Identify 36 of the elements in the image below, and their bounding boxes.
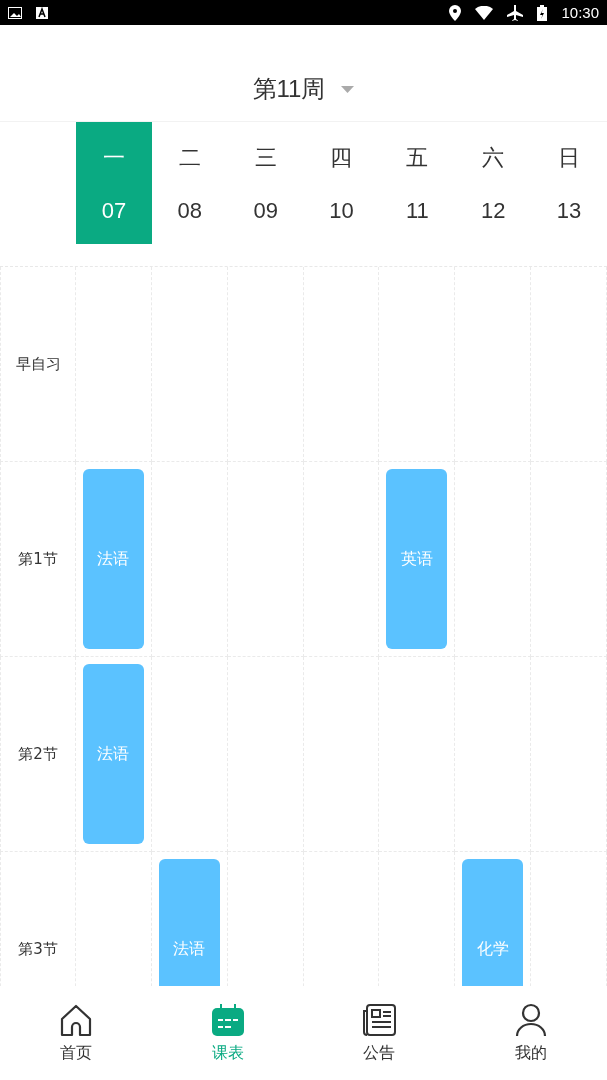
weekday-label: 四: [330, 143, 353, 172]
weekday-label: 日: [558, 143, 581, 172]
date-label: 11: [405, 197, 429, 224]
day-header[interactable]: 二 08: [151, 122, 228, 244]
location-icon: [449, 4, 462, 21]
day-header[interactable]: 六 12: [455, 122, 532, 244]
day-header[interactable]: 日 13: [531, 122, 607, 244]
date-label: 13: [556, 197, 582, 224]
weekday-label: 二: [178, 143, 201, 172]
day-header[interactable]: 五 11: [379, 122, 456, 244]
airplane-icon: [507, 4, 524, 21]
font-icon: [36, 6, 48, 19]
battery-icon: [537, 4, 548, 21]
weekday-label: 六: [482, 143, 505, 172]
day-header[interactable]: 三 09: [227, 122, 304, 244]
weekday-label: 五: [406, 143, 429, 172]
week-selector[interactable]: 第11周: [252, 73, 355, 105]
image-icon: [8, 6, 22, 19]
date-label: 10: [329, 197, 354, 224]
nav-tab[interactable]: 公告: [303, 986, 456, 1080]
nav-tab[interactable]: 首页: [0, 986, 152, 1080]
date-label: 09: [253, 197, 278, 224]
weekday-label: 一: [102, 143, 125, 172]
period-label: 早自习: [15, 354, 61, 374]
status-time: 10:30: [561, 4, 599, 21]
wifi-icon: [475, 5, 494, 20]
nav-tab[interactable]: 我的: [455, 986, 607, 1080]
date-label: 12: [480, 197, 506, 224]
day-header[interactable]: 四 10: [303, 122, 380, 244]
date-label: 07: [101, 197, 127, 224]
dropdown-caret-icon: [341, 85, 355, 93]
period-label: 第3节: [18, 939, 58, 959]
date-label: 08: [177, 197, 202, 224]
weekday-label: 三: [254, 143, 277, 172]
period-label: 第1节: [18, 549, 58, 569]
period-label: 第2节: [18, 744, 58, 764]
